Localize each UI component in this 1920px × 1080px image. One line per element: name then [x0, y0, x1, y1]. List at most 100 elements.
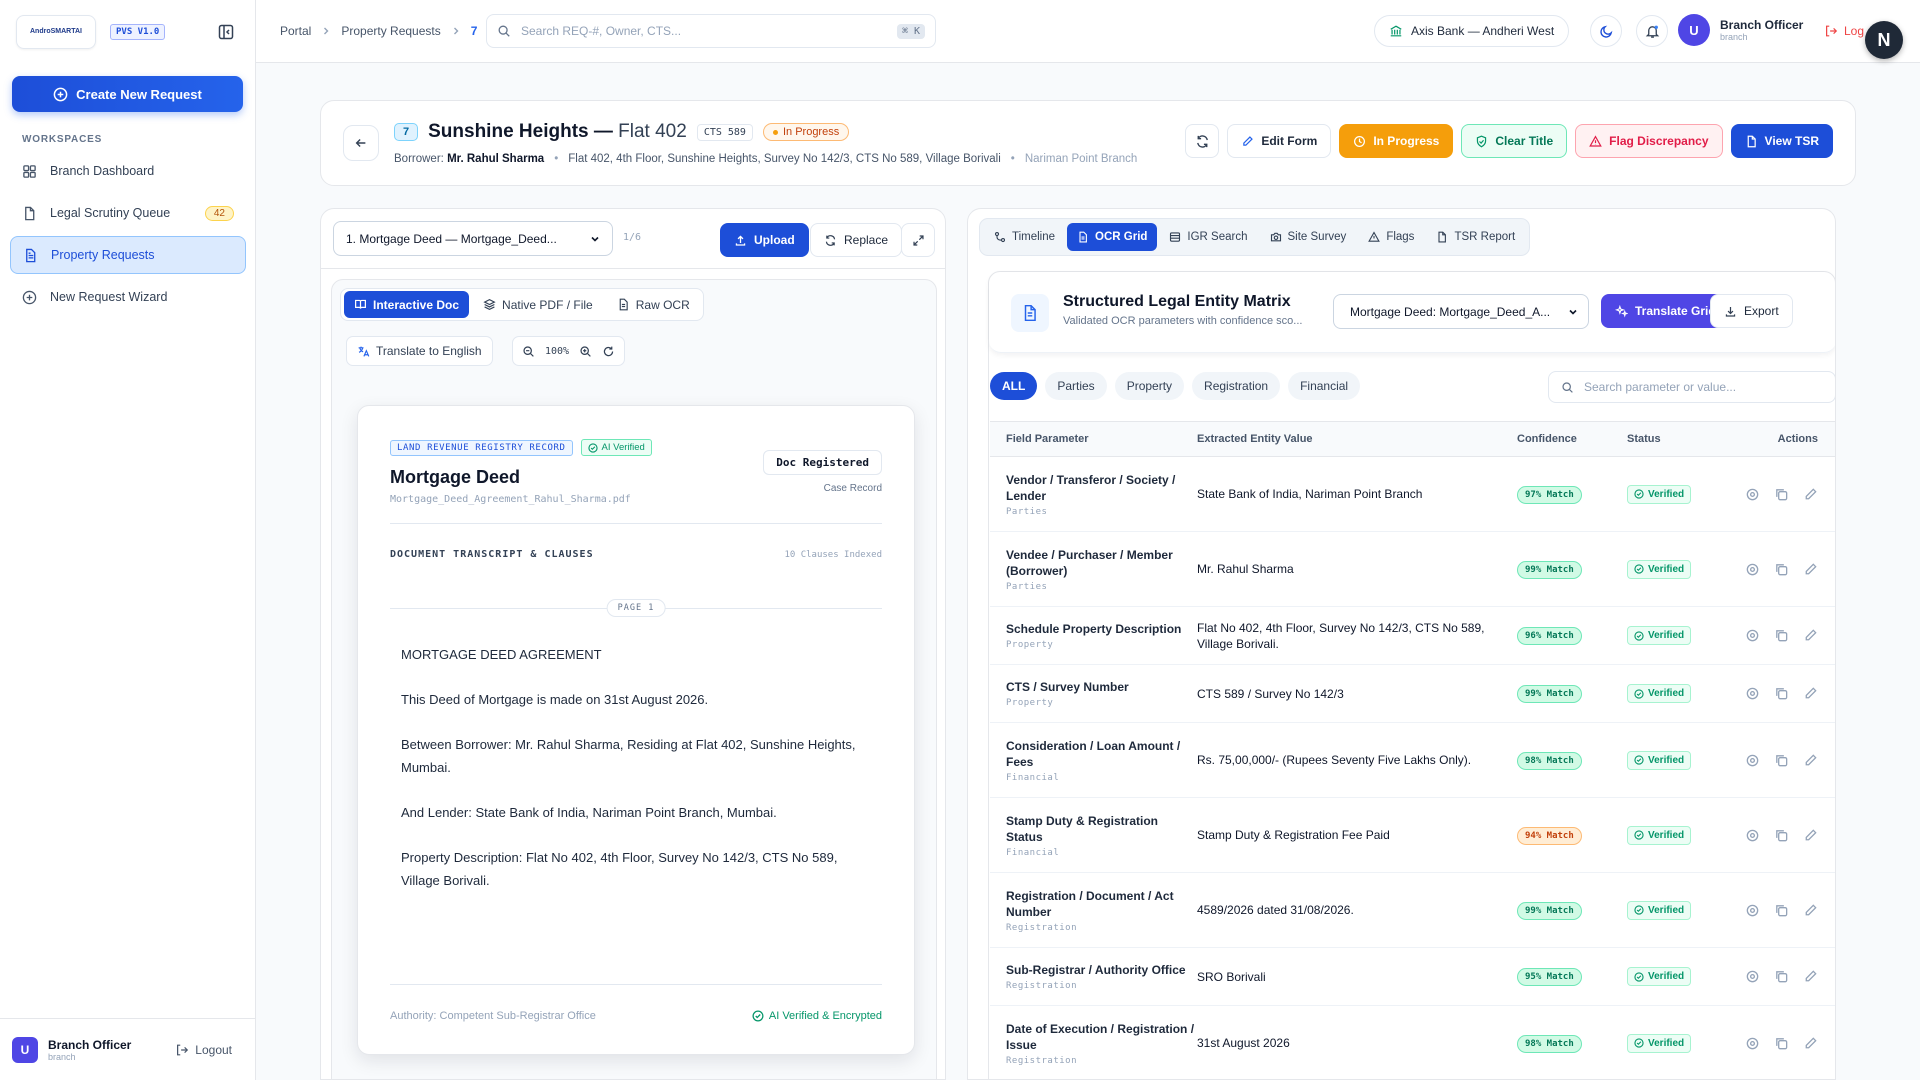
edit-icon[interactable] — [1803, 828, 1818, 843]
refresh-button[interactable] — [1185, 124, 1220, 158]
edit-form-button[interactable]: Edit Form — [1227, 124, 1332, 158]
table-row[interactable]: Schedule Property Description Property Fla… — [990, 607, 1835, 665]
tab-native-pdf[interactable]: Native PDF / File — [473, 291, 603, 318]
tab-raw-ocr[interactable]: Raw OCR — [607, 291, 700, 318]
zoom-level: 100% — [545, 345, 570, 357]
create-new-request-button[interactable]: Create New Request — [12, 76, 243, 112]
sidebar-item-property-requests[interactable]: Property Requests — [10, 236, 246, 274]
view-source-icon[interactable] — [1745, 628, 1760, 643]
copy-icon[interactable] — [1774, 562, 1789, 577]
sidebar-collapse-icon[interactable] — [217, 23, 235, 41]
copy-icon[interactable] — [1774, 903, 1789, 918]
in-progress-button[interactable]: In Progress — [1339, 124, 1454, 158]
extracted-value[interactable]: Rs. 75,00,000/- (Rupees Seventy Five Lak… — [1197, 752, 1517, 768]
table-row[interactable]: Date of Execution / Registration / Issue… — [990, 1006, 1835, 1079]
bank-branch-selector[interactable]: Axis Bank — Andheri West — [1374, 15, 1570, 47]
notifications-button[interactable] — [1636, 15, 1668, 47]
extracted-value[interactable]: SRO Borivali — [1197, 969, 1517, 985]
extracted-value[interactable]: 4589/2026 dated 31/08/2026. — [1197, 902, 1517, 918]
zoom-out-icon[interactable] — [522, 345, 535, 358]
document-select[interactable]: 1. Mortgage Deed — Mortgage_Deed... — [333, 221, 613, 256]
row-actions — [1737, 969, 1835, 984]
extracted-value[interactable]: Flat No 402, 4th Floor, Survey No 142/3,… — [1197, 620, 1517, 652]
filter-property[interactable]: Property — [1114, 372, 1185, 400]
tab-igr-search[interactable]: IGR Search — [1159, 223, 1257, 251]
view-source-icon[interactable] — [1745, 562, 1760, 577]
tab-tsr-report[interactable]: TSR Report — [1426, 223, 1525, 251]
filter-financial[interactable]: Financial — [1288, 372, 1361, 400]
status-badge: Verified — [1627, 825, 1692, 845]
view-source-icon[interactable] — [1745, 487, 1760, 502]
copy-icon[interactable] — [1774, 969, 1789, 984]
edit-icon[interactable] — [1803, 1036, 1818, 1051]
filter-all[interactable]: ALL — [990, 372, 1038, 400]
edit-icon[interactable] — [1803, 628, 1818, 643]
reset-zoom-icon[interactable] — [602, 345, 615, 358]
tab-interactive-doc[interactable]: Interactive Doc — [344, 291, 470, 318]
edit-icon[interactable] — [1803, 562, 1818, 577]
copy-icon[interactable] — [1774, 1036, 1789, 1051]
app-logo[interactable]: AndroSMARTAI — [16, 14, 96, 49]
translate-to-english-button[interactable]: Translate to English — [346, 336, 493, 366]
extracted-value[interactable]: CTS 589 / Survey No 142/3 — [1197, 686, 1517, 702]
table-row[interactable]: Vendor / Transferor / Society / Lender Pa… — [990, 457, 1835, 532]
export-button[interactable]: Export — [1710, 294, 1793, 328]
flag-discrepancy-button[interactable]: Flag Discrepancy — [1575, 124, 1723, 158]
avatar[interactable]: U — [12, 1036, 38, 1063]
filter-parties[interactable]: Parties — [1045, 372, 1107, 400]
top-logout-button[interactable]: Log — [1824, 24, 1864, 38]
table-row[interactable]: Vendee / Purchaser / Member (Borrower) Pa… — [990, 532, 1835, 607]
edit-icon[interactable] — [1803, 969, 1818, 984]
edit-icon[interactable] — [1803, 753, 1818, 768]
edit-icon[interactable] — [1803, 487, 1818, 502]
tab-ocr-grid[interactable]: OCR Grid — [1067, 223, 1158, 251]
extracted-value[interactable]: State Bank of India, Nariman Point Branc… — [1197, 486, 1517, 502]
upload-button[interactable]: Upload — [720, 223, 809, 257]
logout-button[interactable]: Logout — [175, 1043, 232, 1057]
view-source-icon[interactable] — [1745, 903, 1760, 918]
sidebar-item-new-request-wizard[interactable]: New Request Wizard — [10, 278, 246, 316]
global-search-input[interactable]: Search REQ-#, Owner, CTS... ⌘ K — [486, 14, 936, 48]
replace-button[interactable]: Replace — [810, 223, 903, 257]
user-menu[interactable]: U Branch Officer branch — [1678, 14, 1803, 46]
view-source-icon[interactable] — [1745, 969, 1760, 984]
extracted-value[interactable]: Mr. Rahul Sharma — [1197, 561, 1517, 577]
view-tsr-button[interactable]: View TSR — [1730, 124, 1833, 158]
view-source-icon[interactable] — [1745, 828, 1760, 843]
table-row[interactable]: Registration / Document / Act Number Regi… — [990, 873, 1835, 948]
view-source-icon[interactable] — [1745, 1036, 1760, 1051]
tab-flags[interactable]: Flags — [1358, 223, 1424, 251]
breadcrumb-portal[interactable]: Portal — [280, 24, 311, 38]
zoom-in-icon[interactable] — [579, 345, 592, 358]
table-row[interactable]: CTS / Survey Number Property CTS 589 / Sur… — [990, 665, 1835, 723]
matrix-document-select[interactable]: Mortgage Deed: Mortgage_Deed_A... — [1333, 294, 1589, 329]
assistant-avatar[interactable]: N — [1865, 21, 1903, 59]
breadcrumb-property-requests[interactable]: Property Requests — [341, 24, 440, 38]
copy-icon[interactable] — [1774, 828, 1789, 843]
copy-icon[interactable] — [1774, 753, 1789, 768]
clear-title-button[interactable]: Clear Title — [1461, 124, 1568, 158]
edit-icon[interactable] — [1803, 686, 1818, 701]
expand-button[interactable] — [901, 223, 935, 257]
view-source-icon[interactable] — [1745, 686, 1760, 701]
copy-icon[interactable] — [1774, 628, 1789, 643]
edit-icon[interactable] — [1803, 903, 1818, 918]
extracted-value[interactable]: Stamp Duty & Registration Fee Paid — [1197, 827, 1517, 843]
parameter-search-input[interactable]: Search parameter or value... — [1548, 371, 1835, 403]
field-parameter-cell: Sub-Registrar / Authority Office Registra… — [990, 962, 1197, 991]
view-source-icon[interactable] — [1745, 753, 1760, 768]
table-row[interactable]: Stamp Duty & Registration Status Financia… — [990, 798, 1835, 873]
tab-site-survey[interactable]: Site Survey — [1260, 223, 1357, 251]
sidebar-item-branch-dashboard[interactable]: Branch Dashboard — [10, 152, 246, 190]
theme-toggle-button[interactable] — [1590, 15, 1622, 47]
filter-registration[interactable]: Registration — [1192, 372, 1281, 400]
parameter-name: Sub-Registrar / Authority Office — [1006, 963, 1186, 977]
sidebar-item-legal-scrutiny-queue[interactable]: Legal Scrutiny Queue 42 — [10, 194, 246, 232]
table-row[interactable]: Sub-Registrar / Authority Office Registra… — [990, 948, 1835, 1006]
table-row[interactable]: Consideration / Loan Amount / Fees Financ… — [990, 723, 1835, 798]
tab-timeline[interactable]: Timeline — [984, 223, 1065, 251]
copy-icon[interactable] — [1774, 686, 1789, 701]
back-button[interactable] — [343, 125, 379, 161]
extracted-value[interactable]: 31st August 2026 — [1197, 1035, 1517, 1051]
copy-icon[interactable] — [1774, 487, 1789, 502]
